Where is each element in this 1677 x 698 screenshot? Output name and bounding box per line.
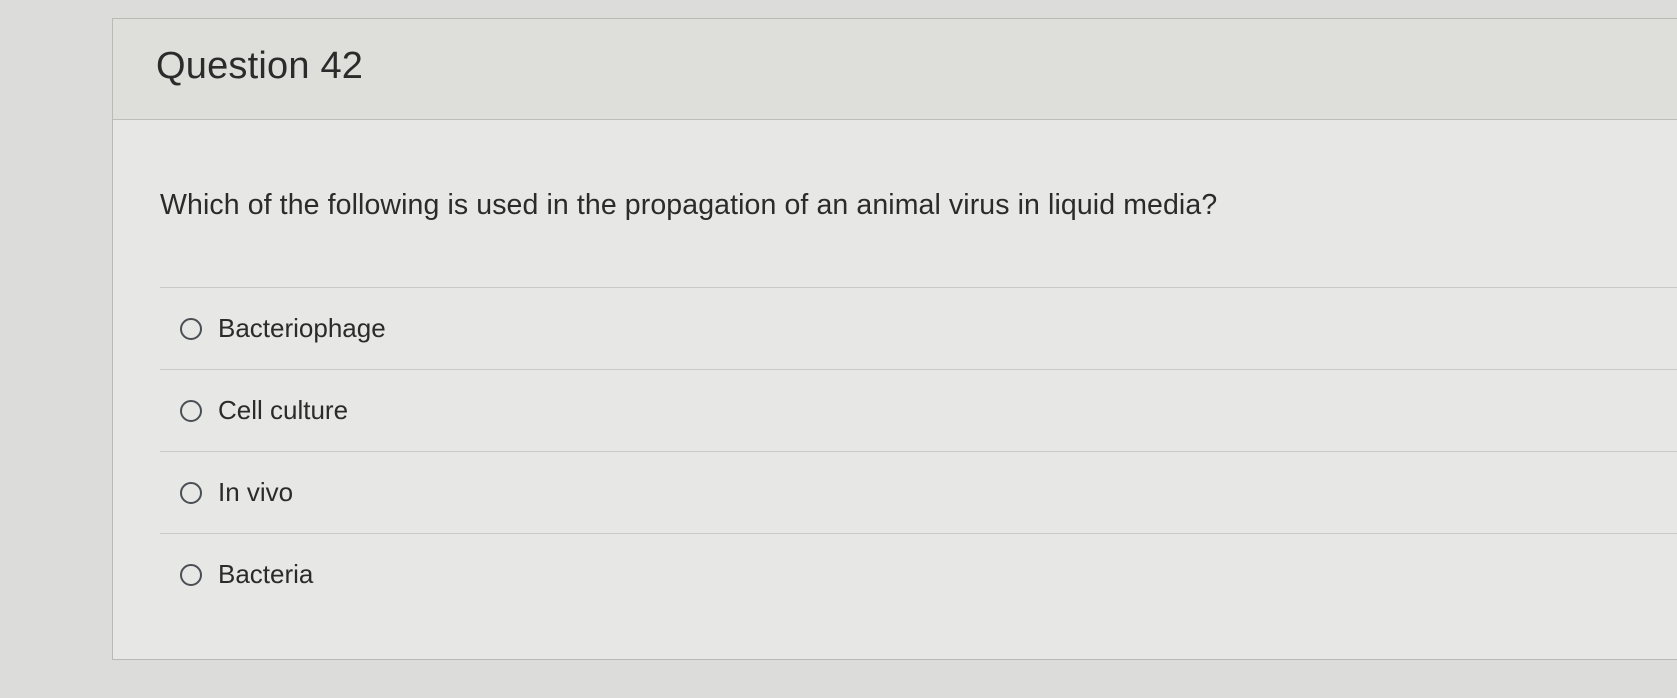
- answer-label[interactable]: In vivo: [218, 477, 293, 508]
- question-text: Which of the following is used in the pr…: [160, 189, 1218, 221]
- answer-list: Bacteriophage Cell culture In vivo Bacte…: [160, 287, 1677, 615]
- answer-option-in-vivo[interactable]: In vivo: [160, 451, 1677, 533]
- answer-option-bacteriophage[interactable]: Bacteriophage: [160, 287, 1677, 369]
- answer-label[interactable]: Bacteria: [218, 559, 313, 590]
- radio-button[interactable]: [180, 317, 202, 340]
- answer-option-cell-culture[interactable]: Cell culture: [160, 369, 1677, 451]
- answer-option-bacteria[interactable]: Bacteria: [160, 533, 1677, 615]
- radio-button[interactable]: [180, 399, 202, 422]
- answer-label[interactable]: Cell culture: [218, 395, 348, 426]
- radio-button[interactable]: [180, 481, 202, 504]
- question-card: Question 42 Which of the following is us…: [112, 18, 1677, 660]
- question-header: Question 42: [113, 19, 1677, 120]
- question-title: Question 42: [156, 45, 364, 87]
- answer-label[interactable]: Bacteriophage: [218, 313, 386, 344]
- radio-button[interactable]: [180, 563, 202, 586]
